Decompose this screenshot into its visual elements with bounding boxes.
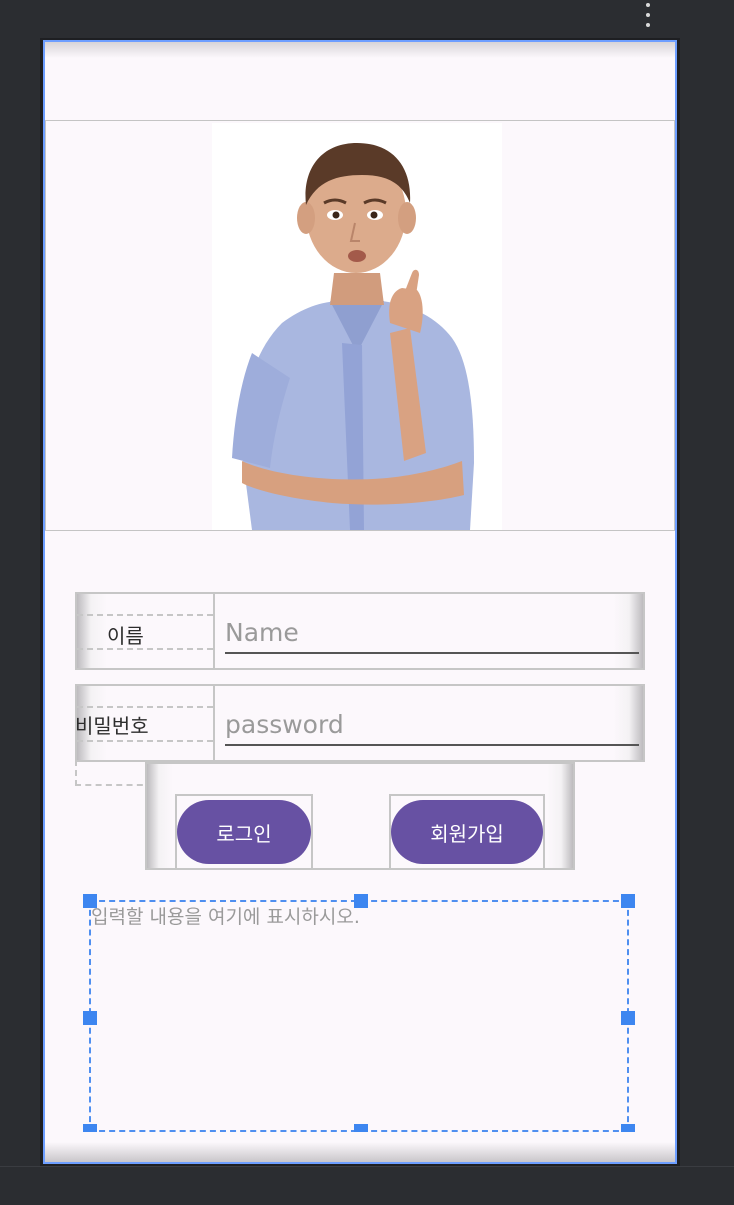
password-label-box: 비밀번호 [75,686,215,760]
name-label: 이름 [107,624,144,648]
more-vert-icon[interactable] [636,0,660,30]
name-label-bounds [77,614,213,650]
password-field-container [221,686,639,760]
name-field-container [221,594,639,668]
signup-button[interactable]: 회원가입 [391,800,543,864]
editor-bottom-bar [0,1166,734,1205]
name-row: 이름 [75,592,645,670]
profile-photo [212,123,502,530]
login-button-bounds: 로그인 [175,794,313,870]
resize-handle-top-left[interactable] [83,894,97,908]
app-screen: 이름 비밀번호 로그인 회원가입 [43,40,677,1164]
resize-handle-top[interactable] [354,894,368,908]
navigation-bar [45,1132,675,1162]
output-text-area-selection [83,894,635,1138]
name-label-box: 이름 [77,594,215,668]
resize-handle-left[interactable] [83,1011,97,1025]
resize-handle-top-right[interactable] [621,894,635,908]
device-frame: 이름 비밀번호 로그인 회원가입 [40,38,680,1166]
password-row: 비밀번호 [75,684,645,762]
image-view-frame [45,120,675,531]
resize-handle-right[interactable] [621,1011,635,1025]
login-button[interactable]: 로그인 [177,800,311,864]
button-panel: 로그인 회원가입 [145,762,575,870]
password-label: 비밀번호 [75,714,149,738]
password-input[interactable] [225,704,639,746]
signup-button-bounds: 회원가입 [389,794,545,870]
action-bar [45,42,675,121]
name-input[interactable] [225,612,639,654]
output-text-area[interactable] [91,902,627,1130]
